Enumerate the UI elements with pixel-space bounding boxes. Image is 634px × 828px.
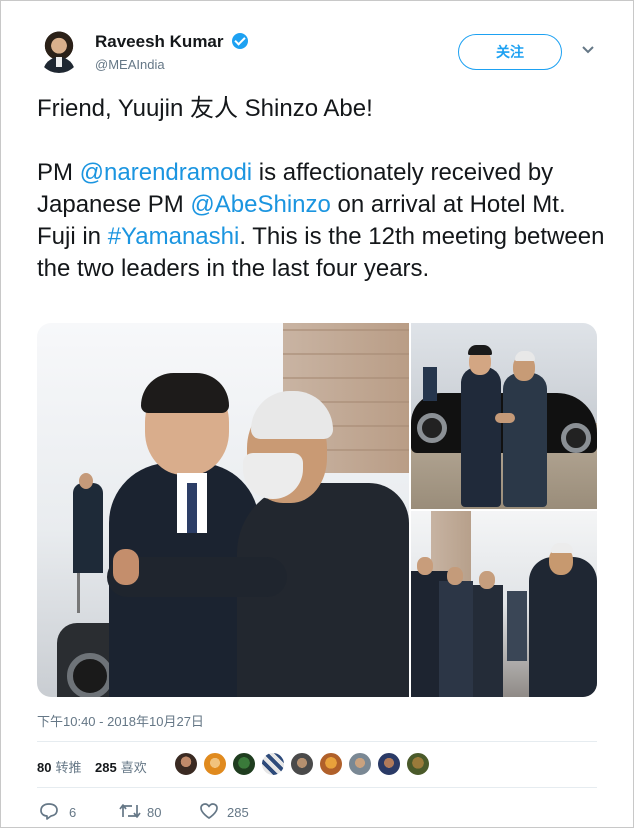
follow-button[interactable]: 关注: [458, 34, 562, 70]
avatar[interactable]: [260, 751, 286, 777]
mention-narendramodi[interactable]: @narendramodi: [80, 159, 252, 186]
mention-abeshinzo[interactable]: @AbeShinzo: [190, 191, 330, 218]
chevron-down-icon[interactable]: [581, 43, 595, 57]
hashtag-yamanashi[interactable]: #Yamanashi: [108, 223, 240, 250]
tweet-line-1: Friend, Yuujin 友人 Shinzo Abe!: [37, 95, 373, 122]
retweet-icon: [119, 804, 141, 818]
heart-icon: [200, 803, 218, 819]
avatar[interactable]: [376, 751, 402, 777]
tweet-card: Raveesh Kumar @MEAIndia 关注 Friend, Yuuji…: [0, 0, 634, 828]
avatar[interactable]: [37, 29, 81, 73]
avatar[interactable]: [405, 751, 431, 777]
like-button[interactable]: 285: [199, 801, 259, 821]
avatar[interactable]: [231, 751, 257, 777]
author-name[interactable]: Raveesh Kumar: [95, 32, 224, 52]
tweet-timestamp[interactable]: 下午10:40 - 2018年10月27日: [37, 711, 204, 730]
avatar[interactable]: [289, 751, 315, 777]
reply-button[interactable]: 6: [39, 801, 89, 821]
verified-badge-icon: [232, 33, 248, 49]
photo-2-handshake[interactable]: [411, 323, 597, 509]
divider: [37, 741, 597, 742]
retweet-button[interactable]: 80: [119, 801, 179, 821]
divider: [37, 787, 597, 788]
avatar[interactable]: [318, 751, 344, 777]
tweet-text: Friend, Yuujin 友人 Shinzo Abe! PM @narend…: [37, 93, 607, 317]
reply-icon: [40, 803, 58, 820]
avatar[interactable]: [173, 751, 199, 777]
photo-3-group[interactable]: [411, 511, 597, 697]
retweet-stat[interactable]: 80 转推: [37, 757, 81, 776]
photo-grid: [37, 323, 597, 697]
avatar[interactable]: [347, 751, 373, 777]
tweet-paragraph-2: PM @narendramodi is affectionately recei…: [37, 159, 605, 282]
avatar[interactable]: [202, 751, 228, 777]
author-handle[interactable]: @MEAIndia: [95, 57, 165, 72]
like-stat[interactable]: 285 喜欢: [95, 757, 147, 776]
photo-1-embrace[interactable]: [37, 323, 409, 697]
